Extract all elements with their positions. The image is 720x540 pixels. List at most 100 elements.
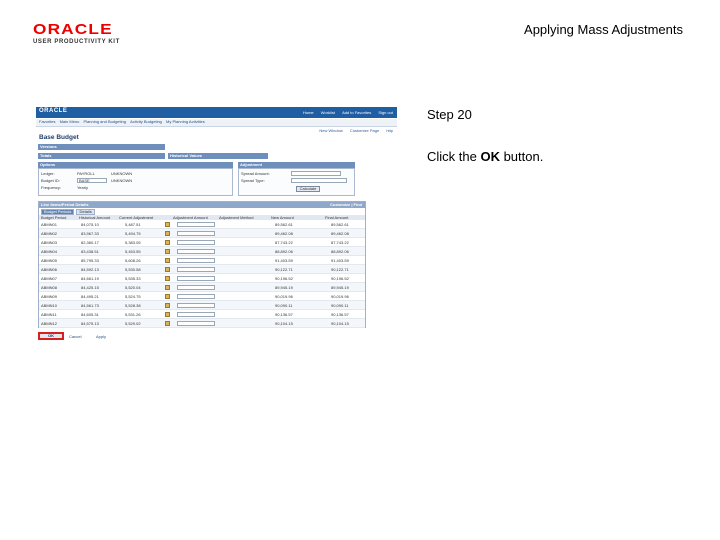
versions-bar[interactable]: Versions: [38, 144, 165, 150]
table-row: ABMN12 84,575.13 5,529.02 90,104.15 90,104.1…: [39, 319, 365, 328]
logo-brand: ORACLE: [33, 21, 113, 38]
adjustment-amount-input[interactable]: [177, 231, 215, 236]
adjustment-amount-input[interactable]: [177, 312, 215, 317]
calculator-icon[interactable]: [165, 249, 170, 254]
cell-final: 89,945.19: [331, 285, 349, 290]
ledger-value: PAYROLL: [77, 171, 95, 176]
customize-page-link[interactable]: Customize Page: [350, 128, 379, 133]
calculator-icon[interactable]: [165, 240, 170, 245]
calculator-icon[interactable]: [165, 276, 170, 281]
table-row: ABMN03 82,360.17 5,383.05 87,743.22 87,743.2…: [39, 238, 365, 247]
cell-current: 5,530.58: [125, 267, 141, 272]
budget-id-value: BASE: [79, 178, 90, 183]
calculator-icon[interactable]: [165, 294, 170, 299]
grid-rows: ABMN01 84,075.10 5,487.51 89,562.61 89,562.6…: [39, 220, 365, 328]
cell-historical: 85,795.33: [81, 258, 99, 263]
spread-type-select[interactable]: [291, 178, 347, 183]
adjustment-amount-input[interactable]: [177, 276, 215, 281]
frequency-label: Frequency:: [41, 185, 62, 190]
cell-period: ABMN01: [41, 222, 58, 227]
cell-new: 90,104.15: [275, 321, 293, 326]
adjustment-amount-input[interactable]: [177, 240, 215, 245]
line-items-grid: Line Items/Period Details Customize | Fi…: [38, 201, 366, 328]
cell-historical: 84,575.13: [81, 321, 99, 326]
cell-current: 5,383.05: [125, 240, 141, 245]
calculator-icon[interactable]: [165, 303, 170, 308]
header-link-favorites[interactable]: Add to Favorites: [342, 110, 371, 115]
adjustment-amount-input[interactable]: [177, 267, 215, 272]
cell-new: 90,136.57: [275, 312, 293, 317]
breadcrumb-item[interactable]: Favorites: [39, 119, 55, 124]
cell-final: 90,090.11: [331, 303, 349, 308]
calculator-icon[interactable]: [165, 267, 170, 272]
cell-new: 89,945.19: [275, 285, 293, 290]
adjustment-amount-input[interactable]: [177, 303, 215, 308]
calculate-button[interactable]: Calculate: [296, 186, 320, 192]
cell-final: 90,122.71: [331, 267, 349, 272]
cell-new: 88,892.06: [275, 249, 293, 254]
calculator-icon[interactable]: [165, 231, 170, 236]
step-instruction: Click the OK button.: [427, 149, 543, 164]
totals-bar[interactable]: Totals: [38, 153, 165, 159]
adjustment-amount-input[interactable]: [177, 249, 215, 254]
slide-title: Applying Mass Adjustments: [524, 22, 683, 37]
table-row: ABMN08 84,425.15 5,520.04 89,945.19 89,945.1…: [39, 283, 365, 292]
table-row: ABMN05 85,795.33 5,608.26 91,403.59 91,403.5…: [39, 256, 365, 265]
calculator-icon[interactable]: [165, 312, 170, 317]
spread-type-label: Spread Type:: [241, 178, 265, 183]
adjustment-amount-input[interactable]: [177, 294, 215, 299]
breadcrumb-item[interactable]: Activity Budgeting: [130, 119, 162, 124]
calculator-icon[interactable]: [165, 285, 170, 290]
new-window-link[interactable]: New Window: [319, 128, 342, 133]
cancel-button[interactable]: Cancel: [69, 334, 81, 339]
cell-final: 90,196.52: [331, 276, 349, 281]
cell-current: 5,531.26: [125, 312, 141, 317]
cell-current: 5,608.26: [125, 258, 141, 263]
breadcrumb-item[interactable]: My Planning Activities: [166, 119, 205, 124]
spread-amount-field[interactable]: [291, 171, 341, 176]
app-header: ORACLE Home Worklist Add to Favorites Si…: [36, 107, 397, 118]
adjustment-amount-input[interactable]: [177, 222, 215, 227]
breadcrumb-item[interactable]: Planning and Budgeting: [84, 119, 126, 124]
apply-button[interactable]: Apply: [96, 334, 106, 339]
cell-new: 89,462.08: [275, 231, 293, 236]
calculator-icon[interactable]: [165, 258, 170, 263]
cell-period: ABMN12: [41, 321, 58, 326]
page-toolbar: New Window Customize Page http: [313, 128, 393, 133]
cell-period: ABMN03: [41, 240, 58, 245]
adjustment-amount-input[interactable]: [177, 258, 215, 263]
cell-new: 90,196.52: [275, 276, 293, 281]
header-link-signout[interactable]: Sign out: [378, 110, 393, 115]
cell-new: 91,403.59: [275, 258, 293, 263]
cell-new: 90,090.11: [275, 303, 293, 308]
cell-historical: 83,438.51: [81, 249, 99, 254]
cell-new: 90,122.71: [275, 267, 293, 272]
cell-current: 5,494.75: [125, 231, 141, 236]
cell-current: 5,487.51: [125, 222, 141, 227]
cell-period: ABMN08: [41, 285, 58, 290]
application-screenshot: ORACLE Home Worklist Add to Favorites Si…: [36, 107, 397, 343]
adjustment-amount-input[interactable]: [177, 285, 215, 290]
grid-customize-link[interactable]: Customize | Find: [330, 202, 362, 208]
header-link-home[interactable]: Home: [303, 110, 314, 115]
cell-period: ABMN05: [41, 258, 58, 263]
grid-title: Line Items/Period Details: [41, 202, 89, 207]
ok-button[interactable]: OK: [38, 332, 64, 340]
ledger-label: Ledger:: [41, 171, 55, 176]
historical-values-bar[interactable]: Historical Values: [168, 153, 268, 159]
adjustment-amount-input[interactable]: [177, 321, 215, 326]
cell-historical: 82,360.17: [81, 240, 99, 245]
header-link-worklist[interactable]: Worklist: [321, 110, 335, 115]
table-row: ABMN02 83,967.33 5,494.75 89,462.08 89,462.0…: [39, 229, 365, 238]
calculator-icon[interactable]: [165, 222, 170, 227]
cell-final: 91,403.59: [331, 258, 349, 263]
http-link[interactable]: http: [386, 128, 393, 133]
cell-period: ABMN02: [41, 231, 58, 236]
table-row: ABMN11 84,605.31 5,531.26 90,136.57 90,136.5…: [39, 310, 365, 319]
cell-current: 5,453.55: [125, 249, 141, 254]
cell-period: ABMN09: [41, 294, 58, 299]
cell-new: 89,562.61: [275, 222, 293, 227]
table-row: ABMN04 83,438.51 5,453.55 88,892.06 88,892.0…: [39, 247, 365, 256]
calculator-icon[interactable]: [165, 321, 170, 326]
breadcrumb-item[interactable]: Main Menu: [60, 119, 80, 124]
